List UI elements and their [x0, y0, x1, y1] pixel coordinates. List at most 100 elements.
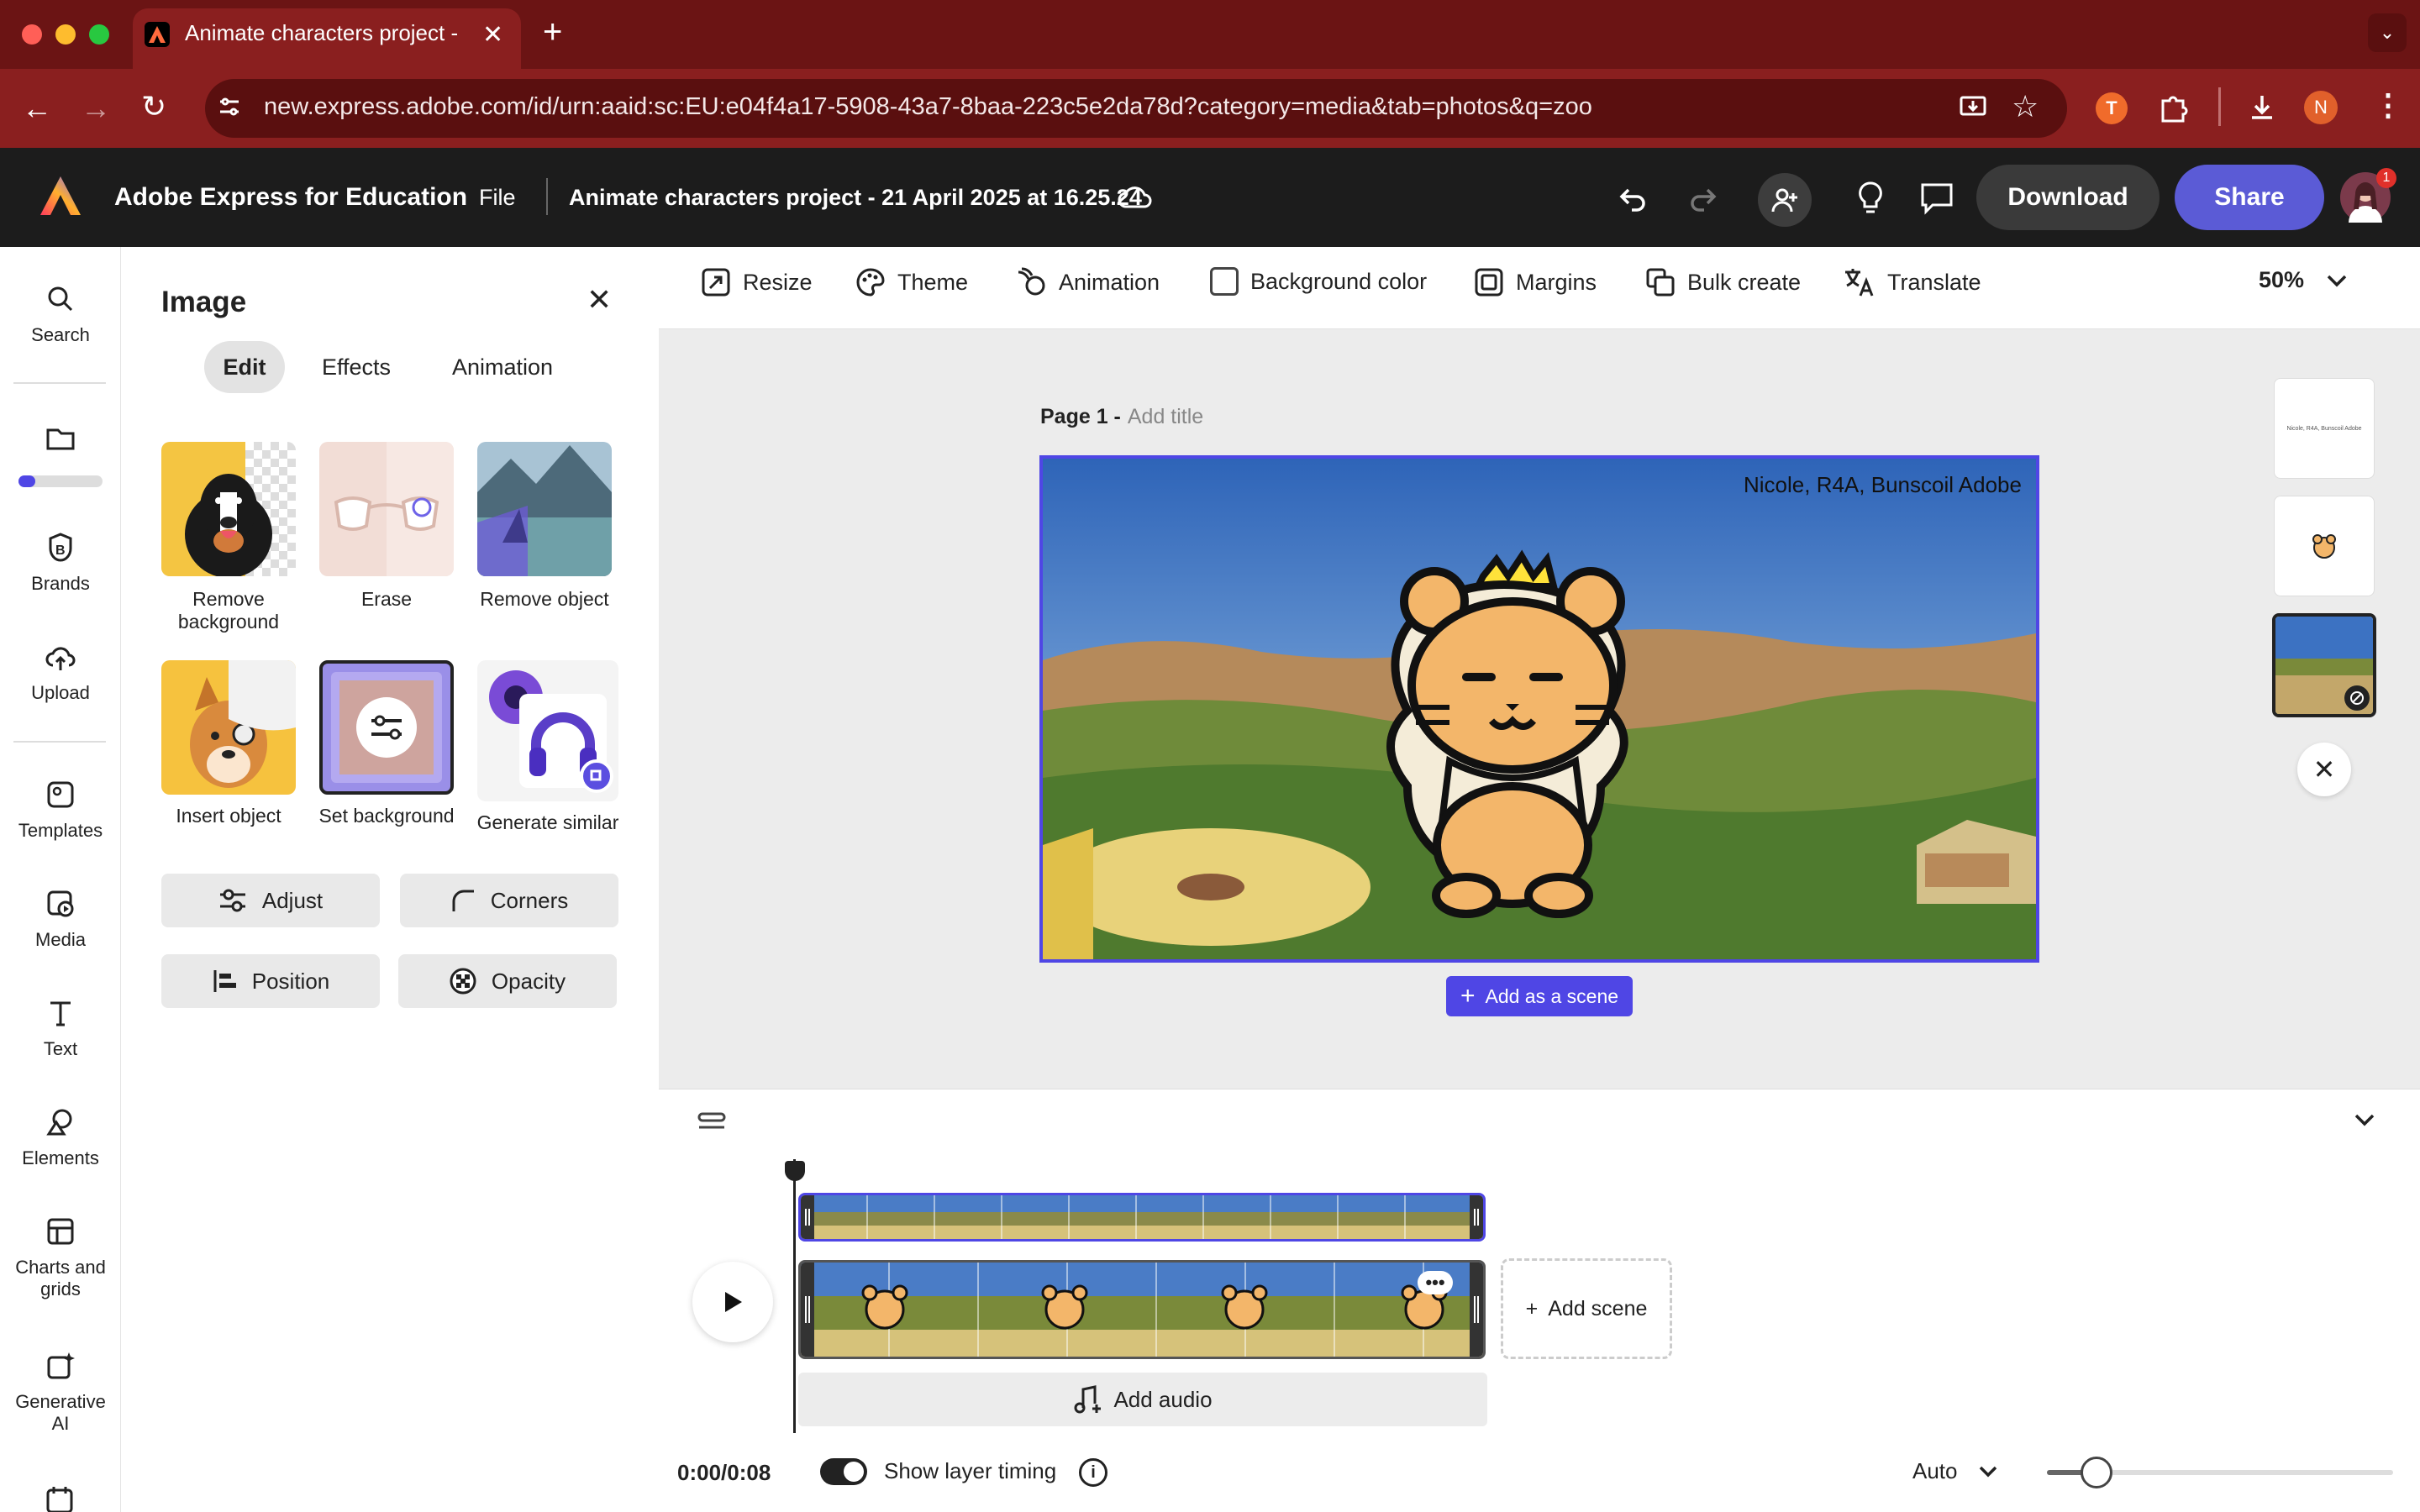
more-options-icon[interactable]: •••: [1418, 1271, 1453, 1294]
redo-icon[interactable]: [1686, 181, 1719, 215]
remove-object-label: Remove object: [480, 588, 609, 610]
background-color-tool[interactable]: Background color: [1210, 267, 1427, 296]
adobe-express-logo[interactable]: [37, 173, 84, 220]
tab-effects[interactable]: Effects: [313, 341, 400, 393]
play-icon: [725, 1292, 742, 1312]
corners-button[interactable]: Corners: [400, 874, 618, 927]
rail-text[interactable]: Text: [0, 996, 121, 1060]
downloads-icon[interactable]: [2245, 91, 2279, 124]
play-button[interactable]: [692, 1262, 773, 1342]
invite-collaborator-icon[interactable]: [1758, 173, 1812, 227]
remove-background-tile[interactable]: [161, 442, 296, 576]
background-layer-track[interactable]: [798, 1193, 1486, 1242]
document-title[interactable]: Animate characters project - 21 April 20…: [569, 185, 1142, 211]
undo-icon[interactable]: [1617, 181, 1650, 215]
page-thumbnail-2[interactable]: [2274, 496, 2375, 596]
window-close-icon[interactable]: [22, 24, 42, 45]
add-audio-button[interactable]: Add audio: [798, 1373, 1487, 1426]
reload-icon[interactable]: ↻: [141, 89, 166, 124]
extensions-puzzle-icon[interactable]: [2156, 91, 2190, 124]
rail-upload-label: Upload: [31, 682, 90, 703]
animation-label: Animation: [1059, 269, 1160, 295]
rail-charts[interactable]: Charts and grids: [0, 1215, 121, 1300]
rail-brands-label: Brands: [31, 573, 90, 594]
timeline-zoom-slider-thumb[interactable]: [2081, 1457, 2112, 1488]
download-button[interactable]: Download: [1976, 165, 2160, 230]
plus-icon: +: [1525, 1296, 1539, 1320]
animation-tool[interactable]: Animation: [1015, 267, 1160, 297]
design-canvas[interactable]: Nicole, R4A, Bunscoil Adobe: [1039, 455, 2039, 963]
close-panel-icon[interactable]: ✕: [587, 282, 612, 318]
add-title-field[interactable]: Add title: [1128, 405, 1203, 429]
add-audio-label: Add audio: [1113, 1386, 1213, 1412]
position-button[interactable]: Position: [161, 954, 380, 1008]
tab-animation[interactable]: Animation: [437, 341, 568, 393]
add-scene-button[interactable]: + Add scene: [1501, 1258, 1672, 1359]
forward-icon[interactable]: →: [81, 91, 111, 126]
tab-close-icon[interactable]: ✕: [482, 20, 503, 50]
brand-icon: B: [44, 531, 77, 564]
page-label: Page 1 - Add title: [1040, 405, 1203, 429]
back-icon[interactable]: ←: [22, 91, 52, 126]
scene-track[interactable]: •••: [798, 1260, 1486, 1359]
file-menu[interactable]: File: [479, 185, 516, 211]
show-layer-timing-toggle[interactable]: [820, 1458, 867, 1485]
rail-upload[interactable]: Upload: [0, 640, 121, 704]
timeline-handle-icon[interactable]: [697, 1110, 728, 1134]
calendar-icon[interactable]: [45, 1485, 74, 1512]
zoom-dropdown[interactable]: 50%: [2259, 267, 2348, 293]
add-as-scene-button[interactable]: + Add as a scene: [1446, 976, 1633, 1016]
margins-tool[interactable]: Margins: [1474, 267, 1597, 297]
rail-media[interactable]: Media: [0, 887, 121, 951]
elements-icon: [44, 1105, 77, 1139]
url-text: new.express.adobe.com/id/urn:aaid:sc:EU:…: [264, 93, 1592, 120]
rail-brands[interactable]: B Brands: [0, 531, 121, 595]
profile-avatar[interactable]: N: [2304, 91, 2338, 124]
rail-elements[interactable]: Elements: [0, 1105, 121, 1169]
translate-tool[interactable]: Translate: [1844, 267, 1981, 297]
rail-generative-ai[interactable]: Generative AI: [0, 1349, 121, 1435]
window-minimize-icon[interactable]: [55, 24, 76, 45]
app-name: Adobe Express for Education: [114, 183, 468, 211]
tab-edit[interactable]: Edit: [204, 341, 285, 393]
browser-menu-icon[interactable]: ⋮: [2373, 87, 2403, 123]
cloud-save-icon[interactable]: [1116, 180, 1155, 213]
lion-character-sticker[interactable]: [1357, 543, 1668, 929]
opacity-button[interactable]: Opacity: [398, 954, 617, 1008]
playhead[interactable]: [793, 1159, 796, 1433]
insert-object-tile[interactable]: [161, 660, 296, 795]
zoom-auto-dropdown[interactable]: Auto: [1912, 1458, 1998, 1484]
tab-search-chevron-icon[interactable]: ⌄: [2368, 13, 2407, 52]
set-background-tile[interactable]: [319, 660, 454, 795]
extension-icon[interactable]: T: [2096, 92, 2128, 124]
generate-similar-tile[interactable]: [477, 660, 618, 801]
erase-tile[interactable]: [319, 442, 454, 576]
comment-icon[interactable]: [1919, 181, 1954, 215]
close-thumbnails-icon[interactable]: ✕: [2297, 743, 2351, 796]
bookmark-star-icon[interactable]: ☆: [2012, 89, 2039, 124]
collapse-timeline-icon[interactable]: [2353, 1112, 2376, 1129]
sparkle-ai-icon: [44, 1349, 77, 1383]
install-app-icon[interactable]: [1958, 92, 1988, 123]
lightbulb-icon[interactable]: [1854, 180, 1887, 217]
rail-templates[interactable]: Templates: [0, 778, 121, 842]
page-thumbnail-1[interactable]: Nicole, R4A, Bunscoil Adobe: [2274, 378, 2375, 479]
adjust-sliders-icon: [219, 889, 245, 912]
site-info-icon[interactable]: [217, 94, 242, 119]
bulk-create-tool[interactable]: Bulk create: [1645, 267, 1801, 297]
new-tab-icon[interactable]: +: [543, 13, 562, 51]
info-icon[interactable]: i: [1079, 1458, 1107, 1487]
window-maximize-icon[interactable]: [89, 24, 109, 45]
page-thumbnail-3-selected[interactable]: [2272, 613, 2376, 717]
opacity-label: Opacity: [491, 968, 566, 994]
adjust-button[interactable]: Adjust: [161, 874, 380, 927]
resize-tool[interactable]: Resize: [701, 267, 813, 297]
share-button[interactable]: Share: [2175, 165, 2324, 230]
rail-search[interactable]: Search: [0, 282, 121, 346]
align-left-icon: [213, 970, 236, 992]
theme-tool[interactable]: Theme: [855, 267, 968, 297]
remove-object-tile[interactable]: [477, 442, 612, 576]
rail-files[interactable]: [0, 422, 121, 464]
canvas-caption[interactable]: Nicole, R4A, Bunscoil Adobe: [1744, 472, 2022, 498]
auto-label: Auto: [1912, 1458, 1958, 1483]
